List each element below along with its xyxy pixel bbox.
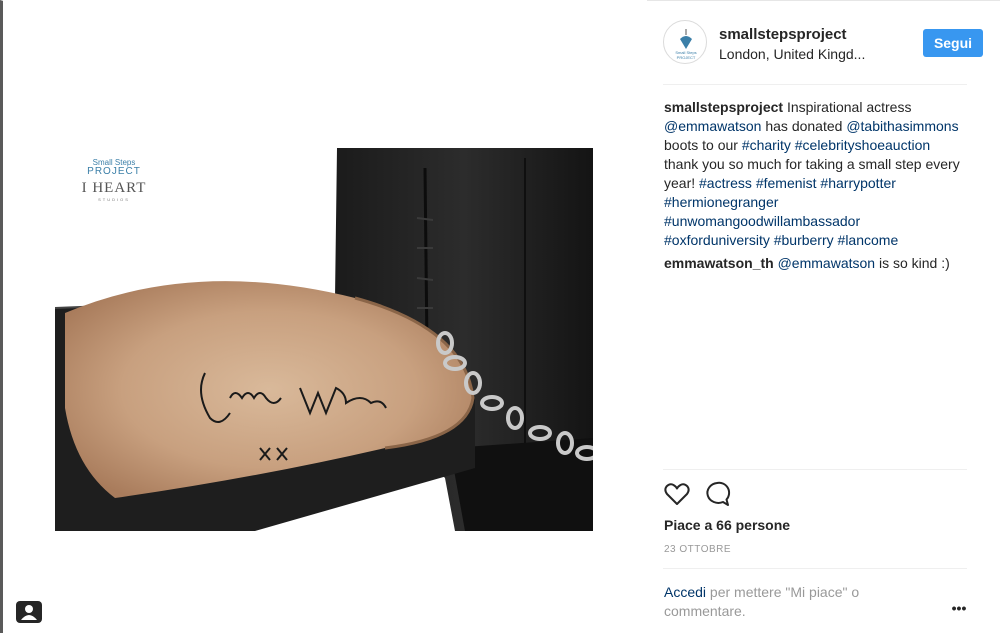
post-author-username[interactable]: smallstepsproject bbox=[719, 26, 847, 43]
login-prompt: Accedi per mettere "Mi piace" o commenta… bbox=[664, 583, 904, 621]
logo-project-text: PROJECT bbox=[87, 166, 141, 177]
follow-button[interactable]: Segui bbox=[923, 29, 983, 57]
comment: emmawatson_th @emmawatson is so kind :) bbox=[664, 254, 964, 273]
post-sidebar: Small Steps PROJECT smallstepsproject Lo… bbox=[647, 0, 1000, 633]
avatar[interactable]: Small Steps PROJECT bbox=[663, 20, 707, 64]
mention-link[interactable]: @tabithasimmons bbox=[846, 118, 958, 134]
hashtag-link[interactable]: #hermionegranger bbox=[664, 194, 778, 210]
user-tag-icon[interactable] bbox=[15, 600, 43, 624]
i-heart-logo: I HEART bbox=[81, 180, 147, 196]
comment-text: boots to our bbox=[664, 137, 742, 153]
avatar-text-bottom: PROJECT bbox=[677, 55, 696, 60]
comment-text: has donated bbox=[761, 118, 847, 134]
footer-divider bbox=[663, 568, 967, 569]
hashtag-link[interactable]: #oxforduniversity bbox=[664, 232, 770, 248]
heart-outline-icon[interactable] bbox=[663, 480, 691, 508]
comment-username[interactable]: smallstepsproject bbox=[664, 99, 783, 115]
comments-divider bbox=[663, 469, 967, 470]
studios-logo-text: STUDIOS bbox=[98, 197, 130, 202]
comment-text: is so kind :) bbox=[875, 255, 950, 271]
hashtag-link[interactable]: #celebrityshoeauction bbox=[795, 137, 930, 153]
more-options-icon[interactable]: ••• bbox=[947, 600, 971, 616]
likes-count[interactable]: Piace a 66 persone bbox=[664, 517, 790, 533]
post-date[interactable]: 23 OTTOBRE bbox=[664, 544, 731, 555]
hashtag-link[interactable]: #lancome bbox=[838, 232, 899, 248]
hashtag-link[interactable]: #charity bbox=[742, 137, 791, 153]
post-actions bbox=[663, 480, 963, 510]
comment-text: Inspirational actress bbox=[783, 99, 912, 115]
hashtag-link[interactable]: #actress bbox=[699, 175, 752, 191]
photo-logo-overlay: Small Steps PROJECT I HEART STUDIOS bbox=[69, 158, 159, 218]
post-location[interactable]: London, United Kingd... bbox=[719, 46, 899, 62]
login-link[interactable]: Accedi bbox=[664, 584, 706, 600]
hashtag-link[interactable]: #unwomangoodwillambassador bbox=[664, 213, 860, 229]
hashtag-link[interactable]: #harrypotter bbox=[820, 175, 895, 191]
small-steps-logo: Small Steps PROJECT bbox=[69, 158, 159, 177]
hashtag-link[interactable]: #femenist bbox=[756, 175, 817, 191]
hashtag-link[interactable]: #burberry bbox=[774, 232, 834, 248]
comments-list: smallstepsproject Inspirational actress … bbox=[664, 98, 964, 277]
mention-link[interactable]: @emmawatson bbox=[778, 255, 875, 271]
photo-area: Small Steps PROJECT I HEART STUDIOS bbox=[3, 0, 647, 633]
comment-bubble-icon[interactable] bbox=[703, 480, 731, 508]
post-header: Small Steps PROJECT smallstepsproject Lo… bbox=[663, 18, 983, 74]
header-divider bbox=[663, 84, 967, 85]
avatar-logo-icon: Small Steps PROJECT bbox=[675, 29, 697, 60]
mention-link[interactable]: @emmawatson bbox=[664, 118, 761, 134]
comment: smallstepsproject Inspirational actress … bbox=[664, 98, 964, 250]
comment-username[interactable]: emmawatson_th bbox=[664, 255, 774, 271]
